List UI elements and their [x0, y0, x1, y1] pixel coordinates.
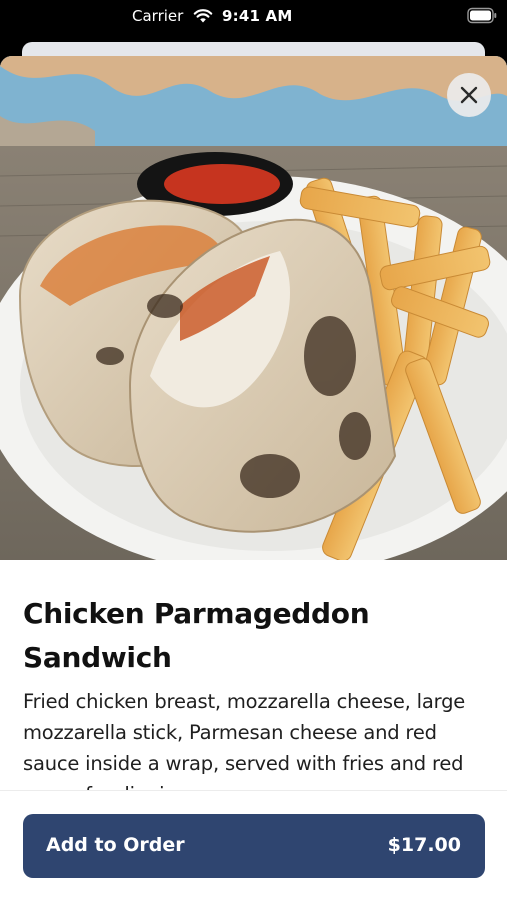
status-bar: Carrier 9:41 AM — [0, 0, 507, 34]
close-icon — [460, 86, 478, 104]
add-to-order-label: Add to Order — [46, 834, 185, 856]
item-description: Fried chicken breast, mozzarella cheese,… — [23, 690, 466, 790]
item-photo — [0, 56, 507, 560]
close-button[interactable] — [447, 73, 491, 117]
order-price: $17.00 — [387, 834, 461, 856]
item-detail-sheet: Chicken Parmageddon Sandwich Fried chick… — [0, 56, 507, 900]
battery-icon — [467, 7, 497, 24]
divider — [0, 790, 507, 791]
carrier-label: Carrier — [132, 7, 184, 25]
item-title: Chicken Parmageddon Sandwich — [23, 597, 370, 674]
status-time: 9:41 AM — [222, 7, 293, 25]
item-details: Chicken Parmageddon Sandwich Fried chick… — [23, 592, 489, 790]
wifi-icon — [193, 9, 213, 23]
add-to-order-button[interactable]: Add to Order $17.00 — [23, 814, 485, 878]
